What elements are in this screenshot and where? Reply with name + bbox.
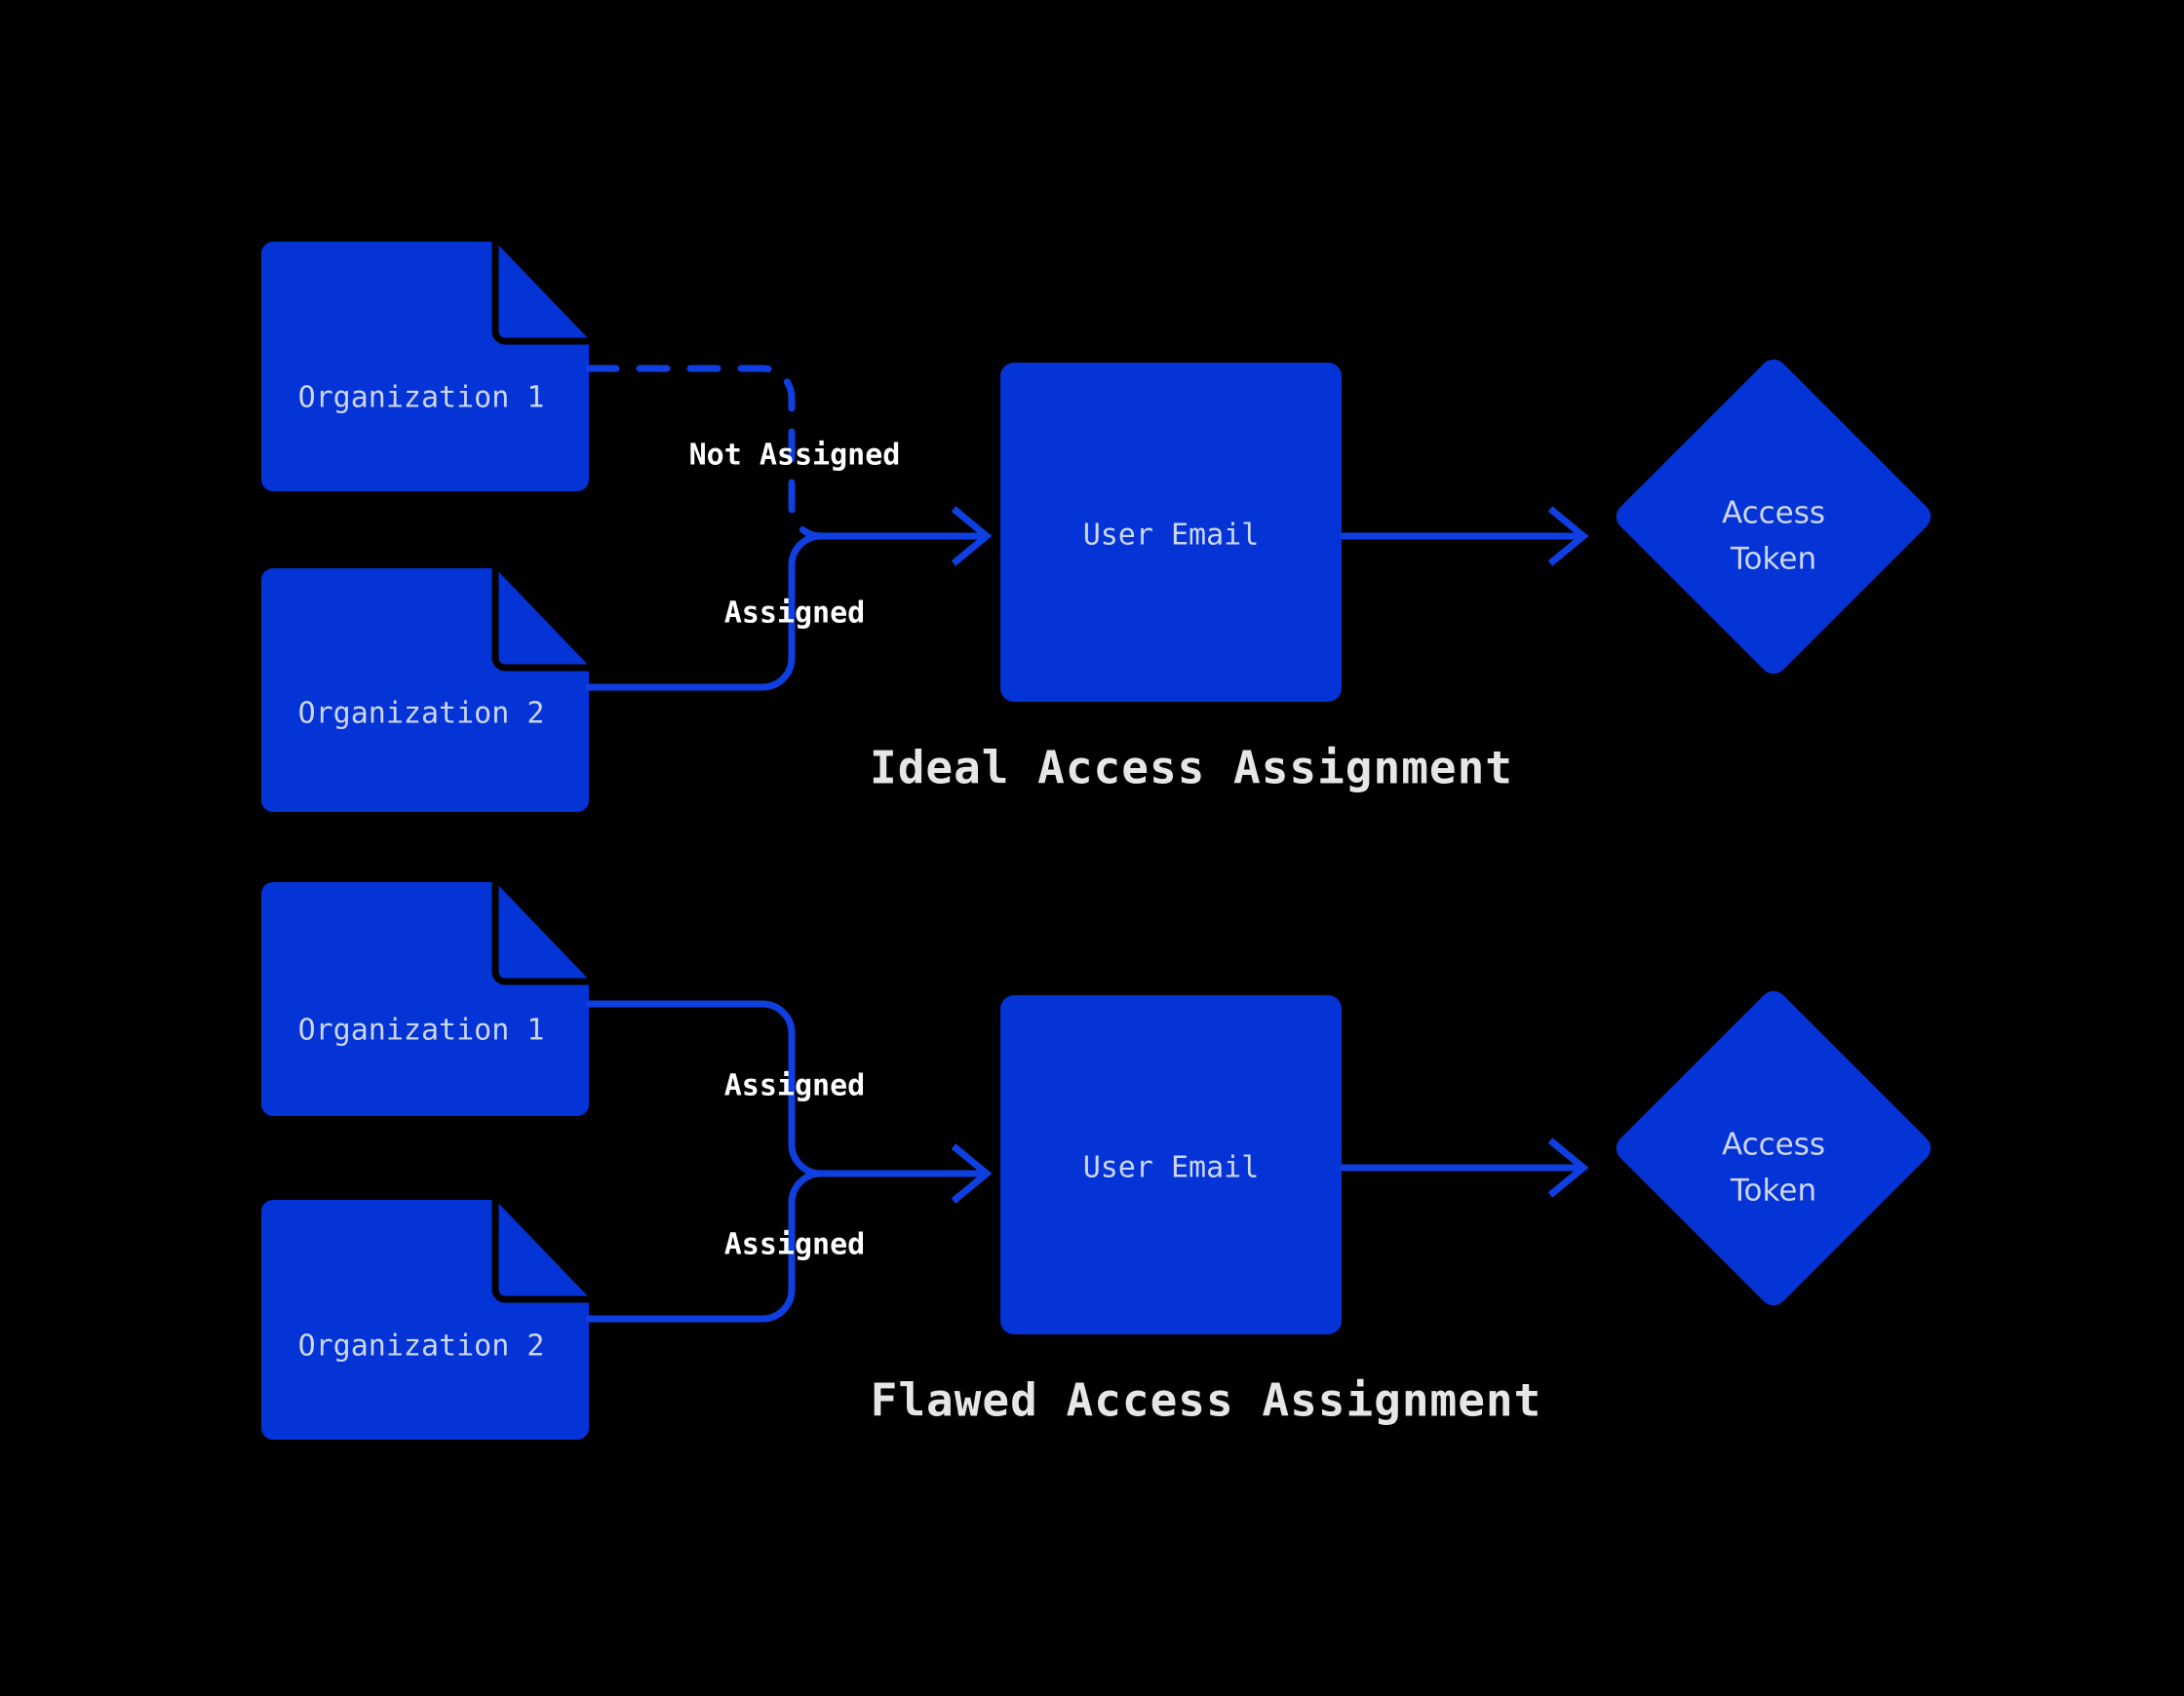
edge-org2-to-useremail-flawed: Assigned	[585, 1170, 866, 1323]
edge-org1-to-useremail-ideal: Not Assigned	[585, 365, 901, 540]
diagram-canvas: Organization 1 Organization 2 Not Assign…	[0, 0, 2184, 1696]
arrow-spine-to-useremail-ideal	[817, 506, 993, 566]
node-org2-flawed-label: Organization 2	[298, 1330, 545, 1364]
node-org1-flawed[interactable]: Organization 1	[261, 878, 593, 1116]
diagram-flawed: Organization 1 Organization 2 Assigned A…	[261, 878, 1931, 1440]
node-user-email-flawed-label: User Email	[1083, 1151, 1260, 1185]
access-assignment-flowchart: Organization 1 Organization 2 Not Assign…	[261, 238, 1931, 1440]
arrow-spine-to-useremail-flawed	[817, 1143, 993, 1204]
edge-org1-to-useremail-flawed: Assigned	[585, 1000, 866, 1177]
diagram-flawed-title: Flawed Access Assignment	[871, 1374, 1542, 1427]
node-user-email-ideal[interactable]: User Email	[1000, 363, 1342, 702]
diagram-ideal-title: Ideal Access Assignment	[870, 742, 1513, 794]
edge-label-assigned-flawed-bottom: Assigned	[724, 1228, 866, 1262]
node-org2-ideal-label: Organization 2	[298, 697, 545, 731]
node-access-token-ideal-label-line1: Access	[1722, 496, 1825, 531]
node-user-email-ideal-label: User Email	[1083, 519, 1260, 553]
edge-label-assigned-ideal: Assigned	[724, 597, 866, 631]
edge-label-assigned-flawed-top: Assigned	[724, 1069, 866, 1103]
node-org2-ideal[interactable]: Organization 2	[261, 564, 593, 812]
edge-label-not-assigned: Not Assigned	[689, 439, 901, 473]
node-org1-ideal-label: Organization 1	[298, 381, 545, 415]
node-access-token-ideal-label-line2: Token	[1730, 542, 1816, 577]
arrow-useremail-to-token-flawed	[1340, 1137, 1589, 1198]
node-org1-ideal[interactable]: Organization 1	[261, 238, 593, 491]
arrow-useremail-to-token-ideal	[1340, 506, 1589, 566]
node-access-token-flawed-label-line1: Access	[1722, 1128, 1825, 1163]
node-access-token-flawed[interactable]: Access Token	[1616, 990, 1931, 1306]
edge-org2-to-useremail-ideal: Assigned	[585, 532, 866, 691]
node-access-token-flawed-label-line2: Token	[1730, 1174, 1816, 1209]
diagram-ideal: Organization 1 Organization 2 Not Assign…	[261, 238, 1931, 812]
node-user-email-flawed[interactable]: User Email	[1000, 995, 1342, 1334]
node-org2-flawed[interactable]: Organization 2	[261, 1196, 593, 1440]
node-org1-flawed-label: Organization 1	[298, 1014, 545, 1048]
node-access-token-ideal[interactable]: Access Token	[1616, 359, 1931, 675]
